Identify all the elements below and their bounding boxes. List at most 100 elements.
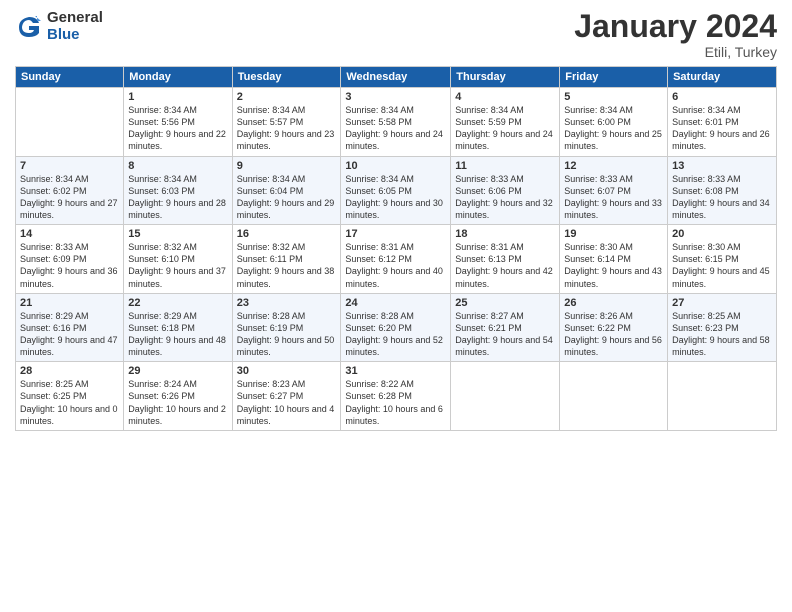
day-info: Sunrise: 8:24 AMSunset: 6:26 PMDaylight:… [128,378,227,427]
calendar-week-2: 14Sunrise: 8:33 AMSunset: 6:09 PMDayligh… [16,225,777,294]
day-info: Sunrise: 8:32 AMSunset: 6:11 PMDaylight:… [237,241,337,290]
day-info: Sunrise: 8:34 AMSunset: 5:56 PMDaylight:… [128,104,227,153]
day-info: Sunrise: 8:29 AMSunset: 6:16 PMDaylight:… [20,310,119,359]
day-number: 7 [20,160,119,172]
day-number: 4 [455,91,555,103]
table-row: 30Sunrise: 8:23 AMSunset: 6:27 PMDayligh… [232,362,341,431]
day-info: Sunrise: 8:28 AMSunset: 6:20 PMDaylight:… [345,310,446,359]
day-number: 30 [237,365,337,377]
table-row [668,362,777,431]
day-info: Sunrise: 8:34 AMSunset: 5:59 PMDaylight:… [455,104,555,153]
day-number: 29 [128,365,227,377]
day-info: Sunrise: 8:23 AMSunset: 6:27 PMDaylight:… [237,378,337,427]
day-info: Sunrise: 8:34 AMSunset: 5:57 PMDaylight:… [237,104,337,153]
day-info: Sunrise: 8:34 AMSunset: 5:58 PMDaylight:… [345,104,446,153]
header-monday: Monday [124,67,232,88]
table-row: 7Sunrise: 8:34 AMSunset: 6:02 PMDaylight… [16,156,124,225]
day-number: 22 [128,297,227,309]
day-info: Sunrise: 8:34 AMSunset: 6:00 PMDaylight:… [564,104,663,153]
header-thursday: Thursday [451,67,560,88]
day-info: Sunrise: 8:33 AMSunset: 6:08 PMDaylight:… [672,173,772,222]
table-row: 3Sunrise: 8:34 AMSunset: 5:58 PMDaylight… [341,88,451,157]
day-number: 31 [345,365,446,377]
day-number: 18 [455,228,555,240]
table-row: 1Sunrise: 8:34 AMSunset: 5:56 PMDaylight… [124,88,232,157]
calendar-week-3: 21Sunrise: 8:29 AMSunset: 6:16 PMDayligh… [16,293,777,362]
day-number: 12 [564,160,663,172]
day-number: 13 [672,160,772,172]
day-info: Sunrise: 8:25 AMSunset: 6:25 PMDaylight:… [20,378,119,427]
day-info: Sunrise: 8:28 AMSunset: 6:19 PMDaylight:… [237,310,337,359]
logo: General Blue [15,10,103,43]
day-number: 26 [564,297,663,309]
day-info: Sunrise: 8:34 AMSunset: 6:05 PMDaylight:… [345,173,446,222]
header-wednesday: Wednesday [341,67,451,88]
logo-blue-text: Blue [47,27,103,44]
table-row: 19Sunrise: 8:30 AMSunset: 6:14 PMDayligh… [560,225,668,294]
table-row: 28Sunrise: 8:25 AMSunset: 6:25 PMDayligh… [16,362,124,431]
day-info: Sunrise: 8:30 AMSunset: 6:15 PMDaylight:… [672,241,772,290]
day-info: Sunrise: 8:30 AMSunset: 6:14 PMDaylight:… [564,241,663,290]
table-row: 26Sunrise: 8:26 AMSunset: 6:22 PMDayligh… [560,293,668,362]
day-number: 2 [237,91,337,103]
table-row: 20Sunrise: 8:30 AMSunset: 6:15 PMDayligh… [668,225,777,294]
table-row: 5Sunrise: 8:34 AMSunset: 6:00 PMDaylight… [560,88,668,157]
day-info: Sunrise: 8:32 AMSunset: 6:10 PMDaylight:… [128,241,227,290]
day-number: 24 [345,297,446,309]
day-number: 8 [128,160,227,172]
header-saturday: Saturday [668,67,777,88]
table-row: 16Sunrise: 8:32 AMSunset: 6:11 PMDayligh… [232,225,341,294]
day-number: 9 [237,160,337,172]
table-row: 18Sunrise: 8:31 AMSunset: 6:13 PMDayligh… [451,225,560,294]
day-info: Sunrise: 8:34 AMSunset: 6:03 PMDaylight:… [128,173,227,222]
day-info: Sunrise: 8:34 AMSunset: 6:01 PMDaylight:… [672,104,772,153]
day-info: Sunrise: 8:31 AMSunset: 6:12 PMDaylight:… [345,241,446,290]
day-number: 27 [672,297,772,309]
day-info: Sunrise: 8:25 AMSunset: 6:23 PMDaylight:… [672,310,772,359]
table-row: 23Sunrise: 8:28 AMSunset: 6:19 PMDayligh… [232,293,341,362]
table-row: 17Sunrise: 8:31 AMSunset: 6:12 PMDayligh… [341,225,451,294]
title-block: January 2024 Etili, Turkey [574,10,777,60]
day-number: 20 [672,228,772,240]
day-info: Sunrise: 8:34 AMSunset: 6:02 PMDaylight:… [20,173,119,222]
day-number: 14 [20,228,119,240]
day-number: 21 [20,297,119,309]
day-info: Sunrise: 8:26 AMSunset: 6:22 PMDaylight:… [564,310,663,359]
calendar-header-row: Sunday Monday Tuesday Wednesday Thursday… [16,67,777,88]
table-row: 24Sunrise: 8:28 AMSunset: 6:20 PMDayligh… [341,293,451,362]
table-row: 31Sunrise: 8:22 AMSunset: 6:28 PMDayligh… [341,362,451,431]
table-row: 8Sunrise: 8:34 AMSunset: 6:03 PMDaylight… [124,156,232,225]
day-info: Sunrise: 8:33 AMSunset: 6:06 PMDaylight:… [455,173,555,222]
calendar-week-0: 1Sunrise: 8:34 AMSunset: 5:56 PMDaylight… [16,88,777,157]
table-row [560,362,668,431]
day-number: 1 [128,91,227,103]
day-info: Sunrise: 8:34 AMSunset: 6:04 PMDaylight:… [237,173,337,222]
table-row: 22Sunrise: 8:29 AMSunset: 6:18 PMDayligh… [124,293,232,362]
table-row [451,362,560,431]
day-number: 15 [128,228,227,240]
day-number: 16 [237,228,337,240]
day-info: Sunrise: 8:29 AMSunset: 6:18 PMDaylight:… [128,310,227,359]
day-number: 28 [20,365,119,377]
day-info: Sunrise: 8:31 AMSunset: 6:13 PMDaylight:… [455,241,555,290]
day-number: 19 [564,228,663,240]
table-row: 6Sunrise: 8:34 AMSunset: 6:01 PMDaylight… [668,88,777,157]
calendar-location: Etili, Turkey [574,44,777,60]
table-row: 10Sunrise: 8:34 AMSunset: 6:05 PMDayligh… [341,156,451,225]
logo-icon [15,13,43,41]
table-row: 9Sunrise: 8:34 AMSunset: 6:04 PMDaylight… [232,156,341,225]
header-sunday: Sunday [16,67,124,88]
day-info: Sunrise: 8:27 AMSunset: 6:21 PMDaylight:… [455,310,555,359]
calendar-week-4: 28Sunrise: 8:25 AMSunset: 6:25 PMDayligh… [16,362,777,431]
day-number: 17 [345,228,446,240]
day-info: Sunrise: 8:33 AMSunset: 6:07 PMDaylight:… [564,173,663,222]
logo-general-text: General [47,10,103,27]
calendar-title: January 2024 [574,10,777,42]
day-info: Sunrise: 8:33 AMSunset: 6:09 PMDaylight:… [20,241,119,290]
day-number: 25 [455,297,555,309]
day-number: 10 [345,160,446,172]
day-info: Sunrise: 8:22 AMSunset: 6:28 PMDaylight:… [345,378,446,427]
header-tuesday: Tuesday [232,67,341,88]
table-row: 14Sunrise: 8:33 AMSunset: 6:09 PMDayligh… [16,225,124,294]
table-row: 21Sunrise: 8:29 AMSunset: 6:16 PMDayligh… [16,293,124,362]
